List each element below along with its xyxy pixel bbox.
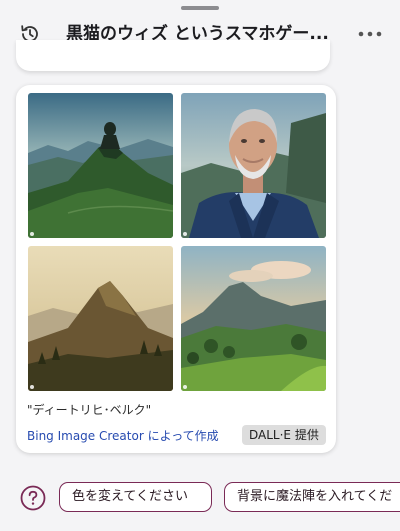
- image-badge-icon: [183, 385, 187, 389]
- image-badge-icon: [183, 232, 187, 236]
- suggestion-chip-magic-circle[interactable]: 背景に魔法陣を入れてくだ: [224, 482, 400, 512]
- suggestion-chip-change-color[interactable]: 色を変えてください: [59, 482, 212, 512]
- generated-image-4[interactable]: [181, 246, 326, 391]
- help-icon[interactable]: [20, 485, 46, 511]
- suggestion-bar: 色を変えてください 背景に魔法陣を入れてくだ: [0, 472, 400, 531]
- image-caption: "ディートリヒ･ベルク": [27, 403, 152, 417]
- image-badge-icon: [30, 385, 34, 389]
- generated-image-3[interactable]: [28, 246, 173, 391]
- generated-image-2[interactable]: [181, 93, 326, 238]
- dalle-provider-badge: DALL·E 提供: [242, 425, 326, 445]
- chat-screen: 黒猫のウィズ というスマホゲー... "ディートリヒ･ベルク" Bing Ima…: [0, 0, 400, 531]
- generated-image-1[interactable]: [28, 93, 173, 238]
- previous-message-card: [16, 40, 330, 71]
- more-options-icon[interactable]: [356, 24, 384, 44]
- sheet-grabber[interactable]: [181, 6, 219, 10]
- bing-image-creator-link[interactable]: Bing Image Creator によって作成: [27, 427, 219, 444]
- image-badge-icon: [30, 232, 34, 236]
